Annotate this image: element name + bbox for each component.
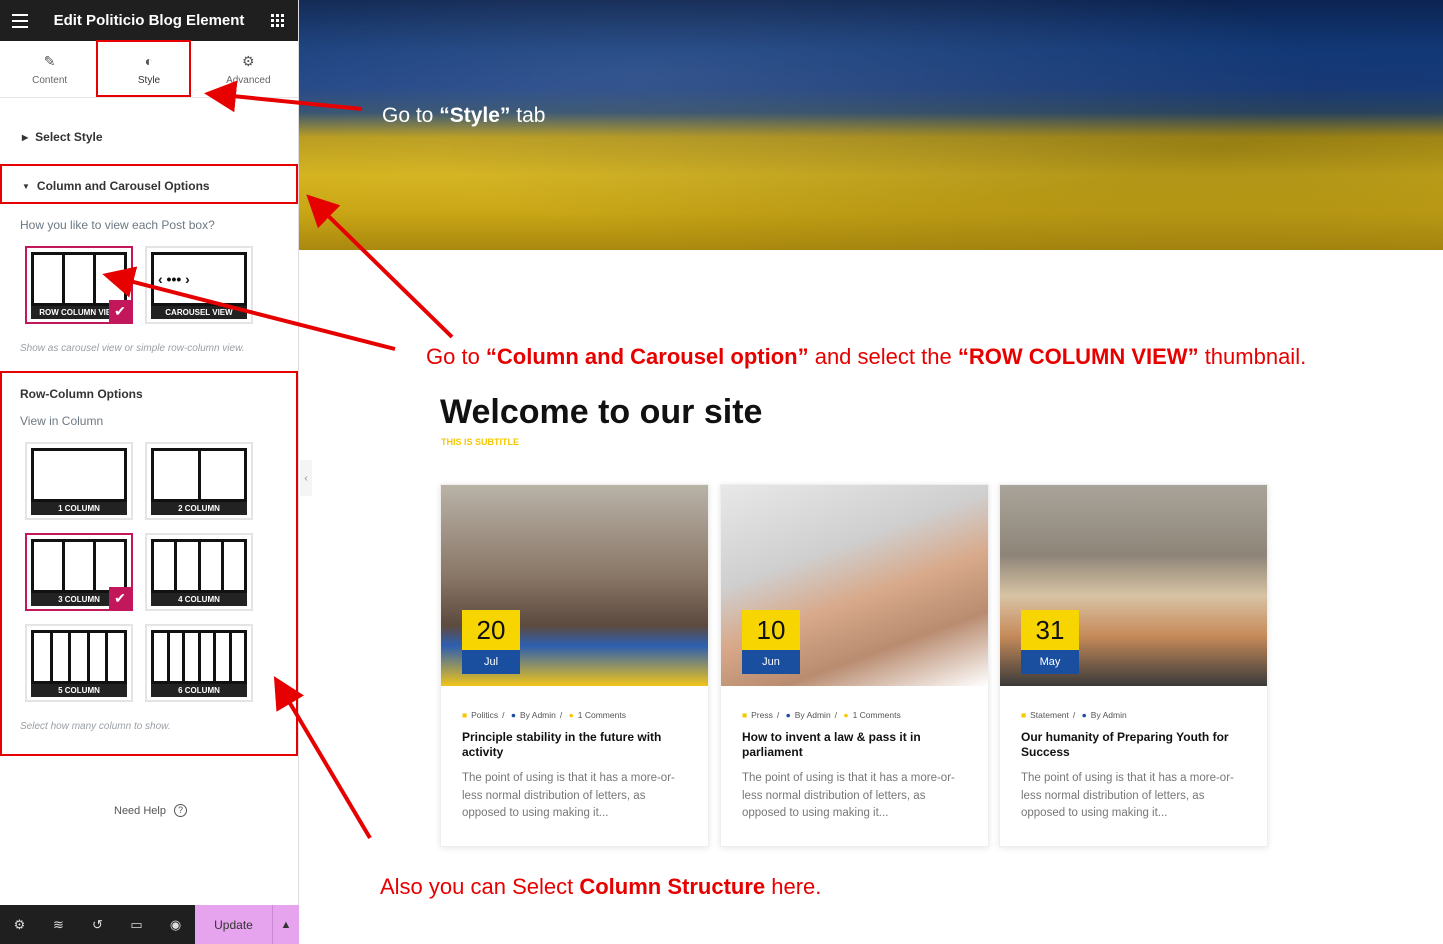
post-author[interactable]: By Admin: [520, 710, 556, 720]
post-title[interactable]: How to invent a law & pass it in parliam…: [742, 730, 972, 760]
post-excerpt: The point of using is that it has a more…: [742, 772, 955, 819]
user-icon: ●: [785, 710, 791, 720]
annotation-column-option-a: Go to: [426, 344, 486, 369]
bookmark-icon: ■: [1021, 710, 1027, 720]
panel-footer: ⚙ ≋ ↺ ▭ ◉ Update ▲: [0, 905, 299, 944]
post-image: 10 Jun: [721, 485, 988, 686]
post-author[interactable]: By Admin: [795, 710, 831, 720]
history-icon[interactable]: ↺: [78, 905, 117, 944]
date-day: 31: [1021, 610, 1079, 650]
post-category[interactable]: Press: [751, 710, 773, 720]
responsive-icon[interactable]: ▭: [117, 905, 156, 944]
post-title[interactable]: Our humanity of Preparing Youth for Succ…: [1021, 730, 1251, 760]
post-comments[interactable]: 1 Comments: [578, 710, 626, 720]
tab-content-label: Content: [32, 74, 68, 86]
bookmark-icon: ■: [462, 710, 468, 720]
post-excerpt: The point of using is that it has a more…: [1021, 772, 1234, 819]
row-column-grid-icon: [31, 252, 127, 306]
post-meta: ■ Press / ● By Admin / ● 1 Comments: [742, 710, 901, 720]
row-column-options-highlight: [0, 371, 298, 756]
annotation-structure-a: Also you can Select: [380, 874, 580, 899]
date-month: May: [1021, 650, 1079, 674]
view-question: How you like to view each Post box?: [20, 218, 215, 232]
post-card[interactable]: 31 May ■ Statement / ● By Admin Our humanit…: [999, 484, 1268, 847]
carousel-view-label: CAROUSEL VIEW: [151, 306, 247, 319]
panel-header: Edit Politicio Blog Element: [0, 0, 298, 41]
style-tab-highlight: [96, 40, 191, 97]
column-carousel-highlight: [0, 164, 298, 204]
gear-icon: ⚙: [242, 52, 255, 69]
panel-title: Edit Politicio Blog Element: [53, 12, 245, 29]
post-image: 31 May: [1000, 485, 1267, 686]
section-title: Welcome to our site: [440, 393, 763, 431]
annotation-style-tab-bold: “Style”: [439, 104, 511, 127]
post-meta: ■ Politics / ● By Admin / ● 1 Comments: [462, 710, 626, 720]
annotation-column-option-c: and select the: [808, 344, 958, 369]
pencil-icon: ✎: [43, 52, 56, 69]
post-meta: ■ Statement / ● By Admin: [1021, 710, 1127, 720]
date-badge: 31 May: [1021, 610, 1079, 676]
comment-icon: ●: [843, 710, 849, 720]
annotation-structure-c: here.: [765, 874, 822, 899]
check-icon: ✔: [109, 300, 131, 322]
date-month: Jun: [742, 650, 800, 674]
post-card[interactable]: 20 Jul ■ Politics / ● By Admin / ● 1 Comments…: [440, 484, 709, 847]
row-column-view-thumbnail[interactable]: ROW COLUMN VIEW ✔: [25, 246, 133, 324]
annotation-style-tab-pre: Go to: [382, 104, 440, 127]
hamburger-menu-icon[interactable]: [12, 14, 28, 32]
post-comments[interactable]: 1 Comments: [853, 710, 901, 720]
date-badge: 20 Jul: [462, 610, 520, 676]
need-help-label: Need Help: [114, 804, 166, 817]
annotation-column-structure: Also you can Select Column Structure her…: [380, 874, 821, 900]
need-help-link[interactable]: Need Help ?: [114, 804, 187, 817]
user-icon: ●: [510, 710, 516, 720]
widgets-grid-icon[interactable]: [271, 14, 284, 27]
annotation-style-tab-post: tab: [510, 104, 546, 127]
section-subtitle: THIS IS SUBTITLE: [441, 437, 520, 447]
date-day: 20: [462, 610, 520, 650]
date-month: Jul: [462, 650, 520, 674]
user-icon: ●: [1081, 710, 1087, 720]
collapse-panel-toggle[interactable]: ‹: [300, 460, 312, 496]
section-select-style-label: Select Style: [35, 130, 103, 144]
annotation-structure-b: Column Structure: [579, 874, 766, 899]
question-icon: ?: [173, 804, 187, 817]
date-badge: 10 Jun: [742, 610, 800, 676]
annotation-column-option-b: “Column and Carousel option”: [485, 344, 809, 369]
comment-icon: ●: [568, 710, 574, 720]
date-day: 10: [742, 610, 800, 650]
post-image: 20 Jul: [441, 485, 708, 686]
carousel-icon: ‹ ••• ›: [151, 252, 247, 306]
carousel-view-thumbnail[interactable]: ‹ ••• › CAROUSEL VIEW: [145, 246, 253, 324]
post-excerpt: The point of using is that it has a more…: [462, 772, 675, 819]
layers-icon[interactable]: ≋: [39, 905, 78, 944]
annotation-column-option-e: thumbnail.: [1198, 344, 1307, 369]
post-title[interactable]: Principle stability in the future with a…: [462, 730, 692, 760]
annotation-column-option: Go to “Column and Carousel option” and s…: [426, 344, 1306, 370]
post-card[interactable]: 10 Jun ■ Press / ● By Admin / ● 1 Comments Ho…: [720, 484, 989, 847]
preview-eye-icon[interactable]: ◉: [156, 905, 195, 944]
post-author[interactable]: By Admin: [1091, 710, 1127, 720]
bookmark-icon: ■: [742, 710, 748, 720]
section-select-style[interactable]: ▶ Select Style: [22, 130, 103, 144]
caret-right-icon: ▶: [22, 132, 29, 142]
view-note: Show as carousel view or simple row-colu…: [20, 343, 245, 354]
post-category[interactable]: Politics: [471, 710, 498, 720]
chevron-up-icon[interactable]: ▲: [272, 905, 299, 944]
post-category[interactable]: Statement: [1030, 710, 1069, 720]
settings-gear-icon[interactable]: ⚙: [0, 905, 39, 944]
annotation-column-option-d: “ROW COLUMN VIEW”: [957, 344, 1199, 369]
tab-advanced-label: Advanced: [226, 74, 271, 86]
tab-content[interactable]: ✎ Content: [0, 41, 99, 97]
annotation-style-tab: Go to “Style” tab: [382, 104, 545, 128]
update-button[interactable]: Update: [195, 905, 272, 944]
tab-advanced[interactable]: ⚙ Advanced: [199, 41, 298, 97]
